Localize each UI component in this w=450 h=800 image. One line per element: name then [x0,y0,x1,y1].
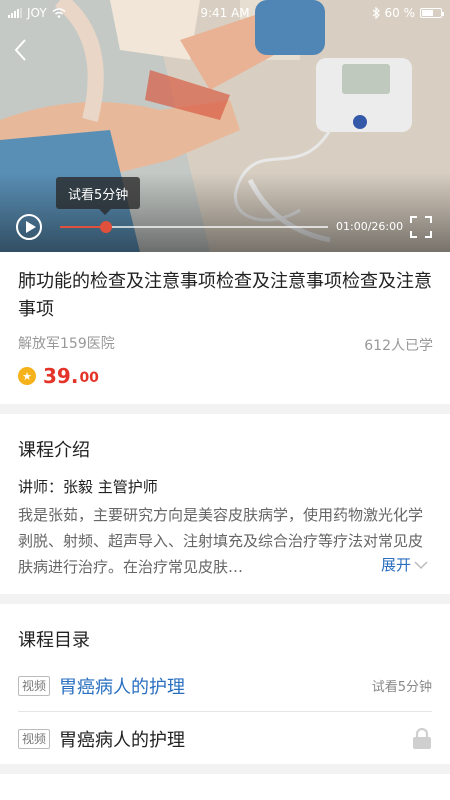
play-icon [26,221,36,233]
course-catalog: 课程目录 视频 胃癌病人的护理 试看5分钟 视频 胃癌病人的护理 [0,604,450,764]
lesson-item[interactable]: 视频 胃癌病人的护理 [18,713,432,765]
intro-text: 我是张茹，主要研究方向是美容皮肤病学，使用药物激光化学剥脱、射频、超声导入、注射… [18,506,424,576]
video-progress-fill [60,226,106,228]
lesson-tag: 视频 [18,675,51,696]
next-section [0,774,450,800]
expand-label: 展开 [380,556,411,574]
battery-percent: 60 % [384,6,416,20]
video-time: 01:00/26:00 [336,220,404,233]
video-progress-thumb[interactable] [99,221,112,233]
course-header: 肺功能的检查及注意事项检查及注意事项检查及注意事项 解放军159医院 612人已… [0,252,450,404]
intro-title: 课程介绍 [18,440,90,461]
battery-icon [420,8,444,18]
chevron-down-icon [414,560,428,569]
lesson-title: 胃癌病人的护理 [59,730,186,751]
trial-tooltip: 试看5分钟 [56,177,141,215]
price: ★ 39. 00 [18,364,99,388]
lesson-title: 胃癌病人的护理 [59,676,186,698]
chevron-left-icon [14,39,26,61]
status-bar: JOY 9:41 AM 60 % [0,0,450,26]
course-intro: 课程介绍 讲师：张毅 主管护师 我是张茹，主要研究方向是美容皮肤病学，使用药物激… [0,414,450,594]
lesson-item[interactable]: 视频 胃癌病人的护理 试看5分钟 [18,660,432,712]
lock-icon [413,728,431,749]
price-decimal: 00 [79,370,99,386]
lesson-trial-label: 试看5分钟 [371,680,432,695]
battery-level [422,10,433,16]
coin-icon: ★ [18,367,36,385]
learner-count: 612人已学 [364,338,433,354]
course-hospital: 解放军159医院 [18,336,115,352]
catalog-title: 课程目录 [18,630,90,651]
lecturer-info: 讲师：张毅 主管护师 [18,478,158,496]
expand-button[interactable]: 展开 [378,554,428,575]
play-button[interactable] [16,214,42,240]
lesson-tag: 视频 [18,729,51,749]
video-player[interactable]: JOY 9:41 AM 60 % 试看5分钟 01:00/26:00 [0,0,450,252]
back-button[interactable] [10,38,34,62]
course-title: 肺功能的检查及注意事项检查及注意事项检查及注意事项 [18,271,432,320]
video-progress-bar[interactable] [60,221,328,233]
fullscreen-icon [410,216,432,238]
status-right: 60 % [372,6,444,20]
price-main: 39. [43,364,79,388]
fullscreen-button[interactable] [410,216,432,238]
bluetooth-icon [372,7,380,19]
